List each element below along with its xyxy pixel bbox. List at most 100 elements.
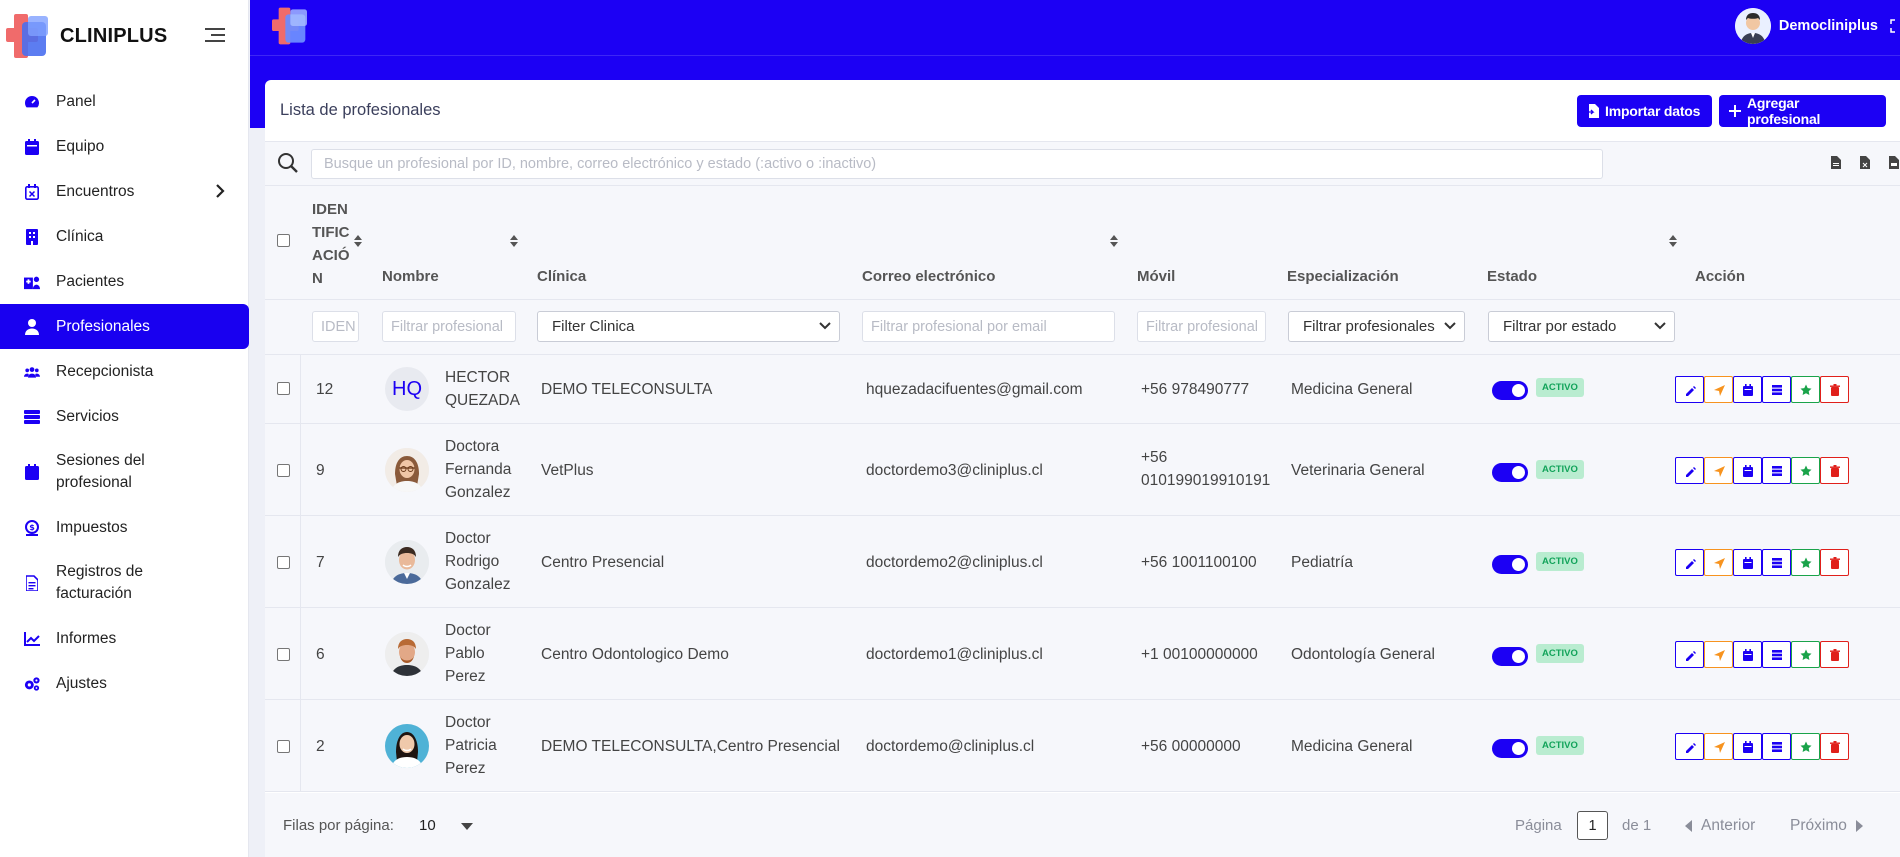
next-page-button[interactable]: Próximo: [1790, 817, 1863, 835]
export-pdf-icon[interactable]: [1889, 156, 1899, 169]
rows-per-page-select[interactable]: 10: [419, 817, 436, 834]
trash-action-button[interactable]: [1820, 641, 1849, 668]
pencil-action-button[interactable]: [1675, 549, 1704, 576]
cell-name[interactable]: HECTOR QUEZADA: [445, 366, 520, 412]
status-filter-select[interactable]: Filtrar por estado: [1488, 311, 1675, 342]
calendar-action-button[interactable]: [1733, 733, 1762, 760]
cell-name[interactable]: Doctora Fernanda Gonzalez: [445, 435, 511, 504]
list-action-button[interactable]: [1762, 549, 1791, 576]
star-action-button[interactable]: [1791, 549, 1820, 576]
search-input[interactable]: [311, 149, 1603, 179]
sidebar-item-informes[interactable]: Informes: [0, 616, 249, 661]
row-checkbox[interactable]: [277, 556, 290, 569]
select-all-checkbox[interactable]: [277, 234, 290, 247]
status-toggle[interactable]: [1492, 463, 1528, 482]
send-action-button[interactable]: [1704, 641, 1733, 668]
row-checkbox[interactable]: [277, 648, 290, 661]
status-toggle[interactable]: [1492, 647, 1528, 666]
table-row[interactable]: 12 HQ HECTOR QUEZADA DEMO TELECONSULTA hq…: [265, 355, 1900, 424]
sidebar-item-sesiones[interactable]: Sesiones del profesional: [0, 439, 249, 505]
cell-name[interactable]: Doctor Pablo Perez: [445, 619, 491, 688]
specialization-filter-select[interactable]: Filtrar profesionales: [1288, 311, 1465, 342]
caret-down-icon[interactable]: [461, 823, 473, 831]
add-professional-button[interactable]: Agregar profesional: [1719, 95, 1886, 127]
export-csv-icon[interactable]: [1831, 156, 1841, 169]
calendar-action-button[interactable]: [1733, 376, 1762, 403]
trash-action-button[interactable]: [1820, 457, 1849, 484]
col-mobile-header[interactable]: Móvil: [1137, 268, 1175, 285]
table-row[interactable]: 6 Doctor Pablo Perez Centro Odontologico D…: [265, 608, 1900, 700]
brand[interactable]: CLINIPLUS: [6, 12, 167, 60]
sidebar-item-facturacion[interactable]: Registros de facturación: [0, 550, 249, 616]
table-row[interactable]: 9 Doctora Fernanda Gonzalez VetPlus doctor…: [265, 424, 1900, 516]
sort-icon[interactable]: [353, 234, 363, 248]
sidebar-item-servicios[interactable]: Servicios: [0, 394, 249, 439]
star-action-button[interactable]: [1791, 733, 1820, 760]
cell-name[interactable]: Doctor Patricia Perez: [445, 711, 497, 780]
calendar-action-button[interactable]: [1733, 457, 1762, 484]
sidebar-item-pacientes[interactable]: Pacientes: [0, 259, 249, 304]
table-row[interactable]: 7 Doctor Rodrigo Gonzalez Centro Presencia…: [265, 516, 1900, 608]
email-filter-input[interactable]: [862, 311, 1115, 342]
status-toggle[interactable]: [1492, 381, 1528, 400]
cell-name[interactable]: Doctor Rodrigo Gonzalez: [445, 527, 510, 596]
send-action-button[interactable]: [1704, 376, 1733, 403]
col-specialization-header[interactable]: Especialización: [1287, 268, 1399, 285]
sidebar-item-encuentros[interactable]: Encuentros: [0, 169, 249, 214]
trash-action-button[interactable]: [1820, 733, 1849, 760]
sort-icon[interactable]: [1668, 234, 1678, 248]
sidebar-item-equipo[interactable]: Equipo: [0, 124, 249, 169]
export-excel-icon[interactable]: [1860, 156, 1870, 169]
prev-page-button[interactable]: Anterior: [1685, 817, 1755, 835]
clinic-filter-select[interactable]: Filter Clinica: [537, 311, 840, 342]
sidebar-item-ajustes[interactable]: Ajustes: [0, 661, 249, 706]
list-action-button[interactable]: [1762, 457, 1791, 484]
list-action-button[interactable]: [1762, 376, 1791, 403]
import-data-button[interactable]: Importar datos: [1577, 95, 1712, 127]
pencil-action-button[interactable]: [1675, 733, 1704, 760]
sidebar-item-profesionales[interactable]: Profesionales: [0, 304, 249, 349]
trash-action-button[interactable]: [1820, 376, 1849, 403]
user-menu[interactable]: Democliniplus: [1734, 8, 1900, 44]
chevron-right-icon[interactable]: [215, 183, 225, 199]
col-email-header[interactable]: Correo electrónico: [862, 268, 995, 285]
trash-action-button[interactable]: [1820, 549, 1849, 576]
cliniplus-logo-icon[interactable]: [272, 6, 312, 46]
status-toggle[interactable]: [1492, 739, 1528, 758]
star-action-button[interactable]: [1791, 641, 1820, 668]
pencil-action-button[interactable]: [1675, 641, 1704, 668]
star-action-button[interactable]: [1791, 457, 1820, 484]
id-filter-input[interactable]: [312, 311, 359, 342]
sort-icon[interactable]: [1109, 234, 1119, 248]
sidebar-item-recepcionista[interactable]: Recepcionista: [0, 349, 249, 394]
row-checkbox[interactable]: [277, 382, 290, 395]
table-row[interactable]: 2 Doctor Patricia Perez DEMO TELECONSULTA,…: [265, 700, 1900, 792]
list-action-button[interactable]: [1762, 641, 1791, 668]
sidebar-item-panel[interactable]: Panel: [0, 79, 249, 124]
page-number-input[interactable]: 1: [1577, 811, 1608, 840]
col-status-header[interactable]: Estado: [1487, 268, 1537, 285]
fullscreen-icon[interactable]: [1890, 19, 1900, 33]
sort-icon[interactable]: [509, 234, 519, 248]
pencil-action-button[interactable]: [1675, 376, 1704, 403]
send-action-button[interactable]: [1704, 733, 1733, 760]
calendar-action-button[interactable]: [1733, 641, 1762, 668]
col-clinic-header[interactable]: Clínica: [537, 268, 586, 285]
send-action-button[interactable]: [1704, 457, 1733, 484]
sidebar-item-clinica[interactable]: Clínica: [0, 214, 249, 259]
row-checkbox[interactable]: [277, 464, 290, 477]
col-name-header[interactable]: Nombre: [382, 268, 439, 285]
pencil-action-button[interactable]: [1675, 457, 1704, 484]
row-checkbox[interactable]: [277, 740, 290, 753]
calendar-icon: [1742, 556, 1753, 569]
name-filter-input[interactable]: [382, 311, 516, 342]
sidebar-item-impuestos[interactable]: $ Impuestos: [0, 505, 249, 550]
status-toggle[interactable]: [1492, 555, 1528, 574]
calendar-action-button[interactable]: [1733, 549, 1762, 576]
list-action-button[interactable]: [1762, 733, 1791, 760]
col-id-header[interactable]: IDEN TIFIC ACIÓ N: [312, 198, 350, 290]
send-action-button[interactable]: [1704, 549, 1733, 576]
star-action-button[interactable]: [1791, 376, 1820, 403]
menu-toggle-icon[interactable]: [205, 28, 225, 42]
mobile-filter-input[interactable]: [1137, 311, 1266, 342]
